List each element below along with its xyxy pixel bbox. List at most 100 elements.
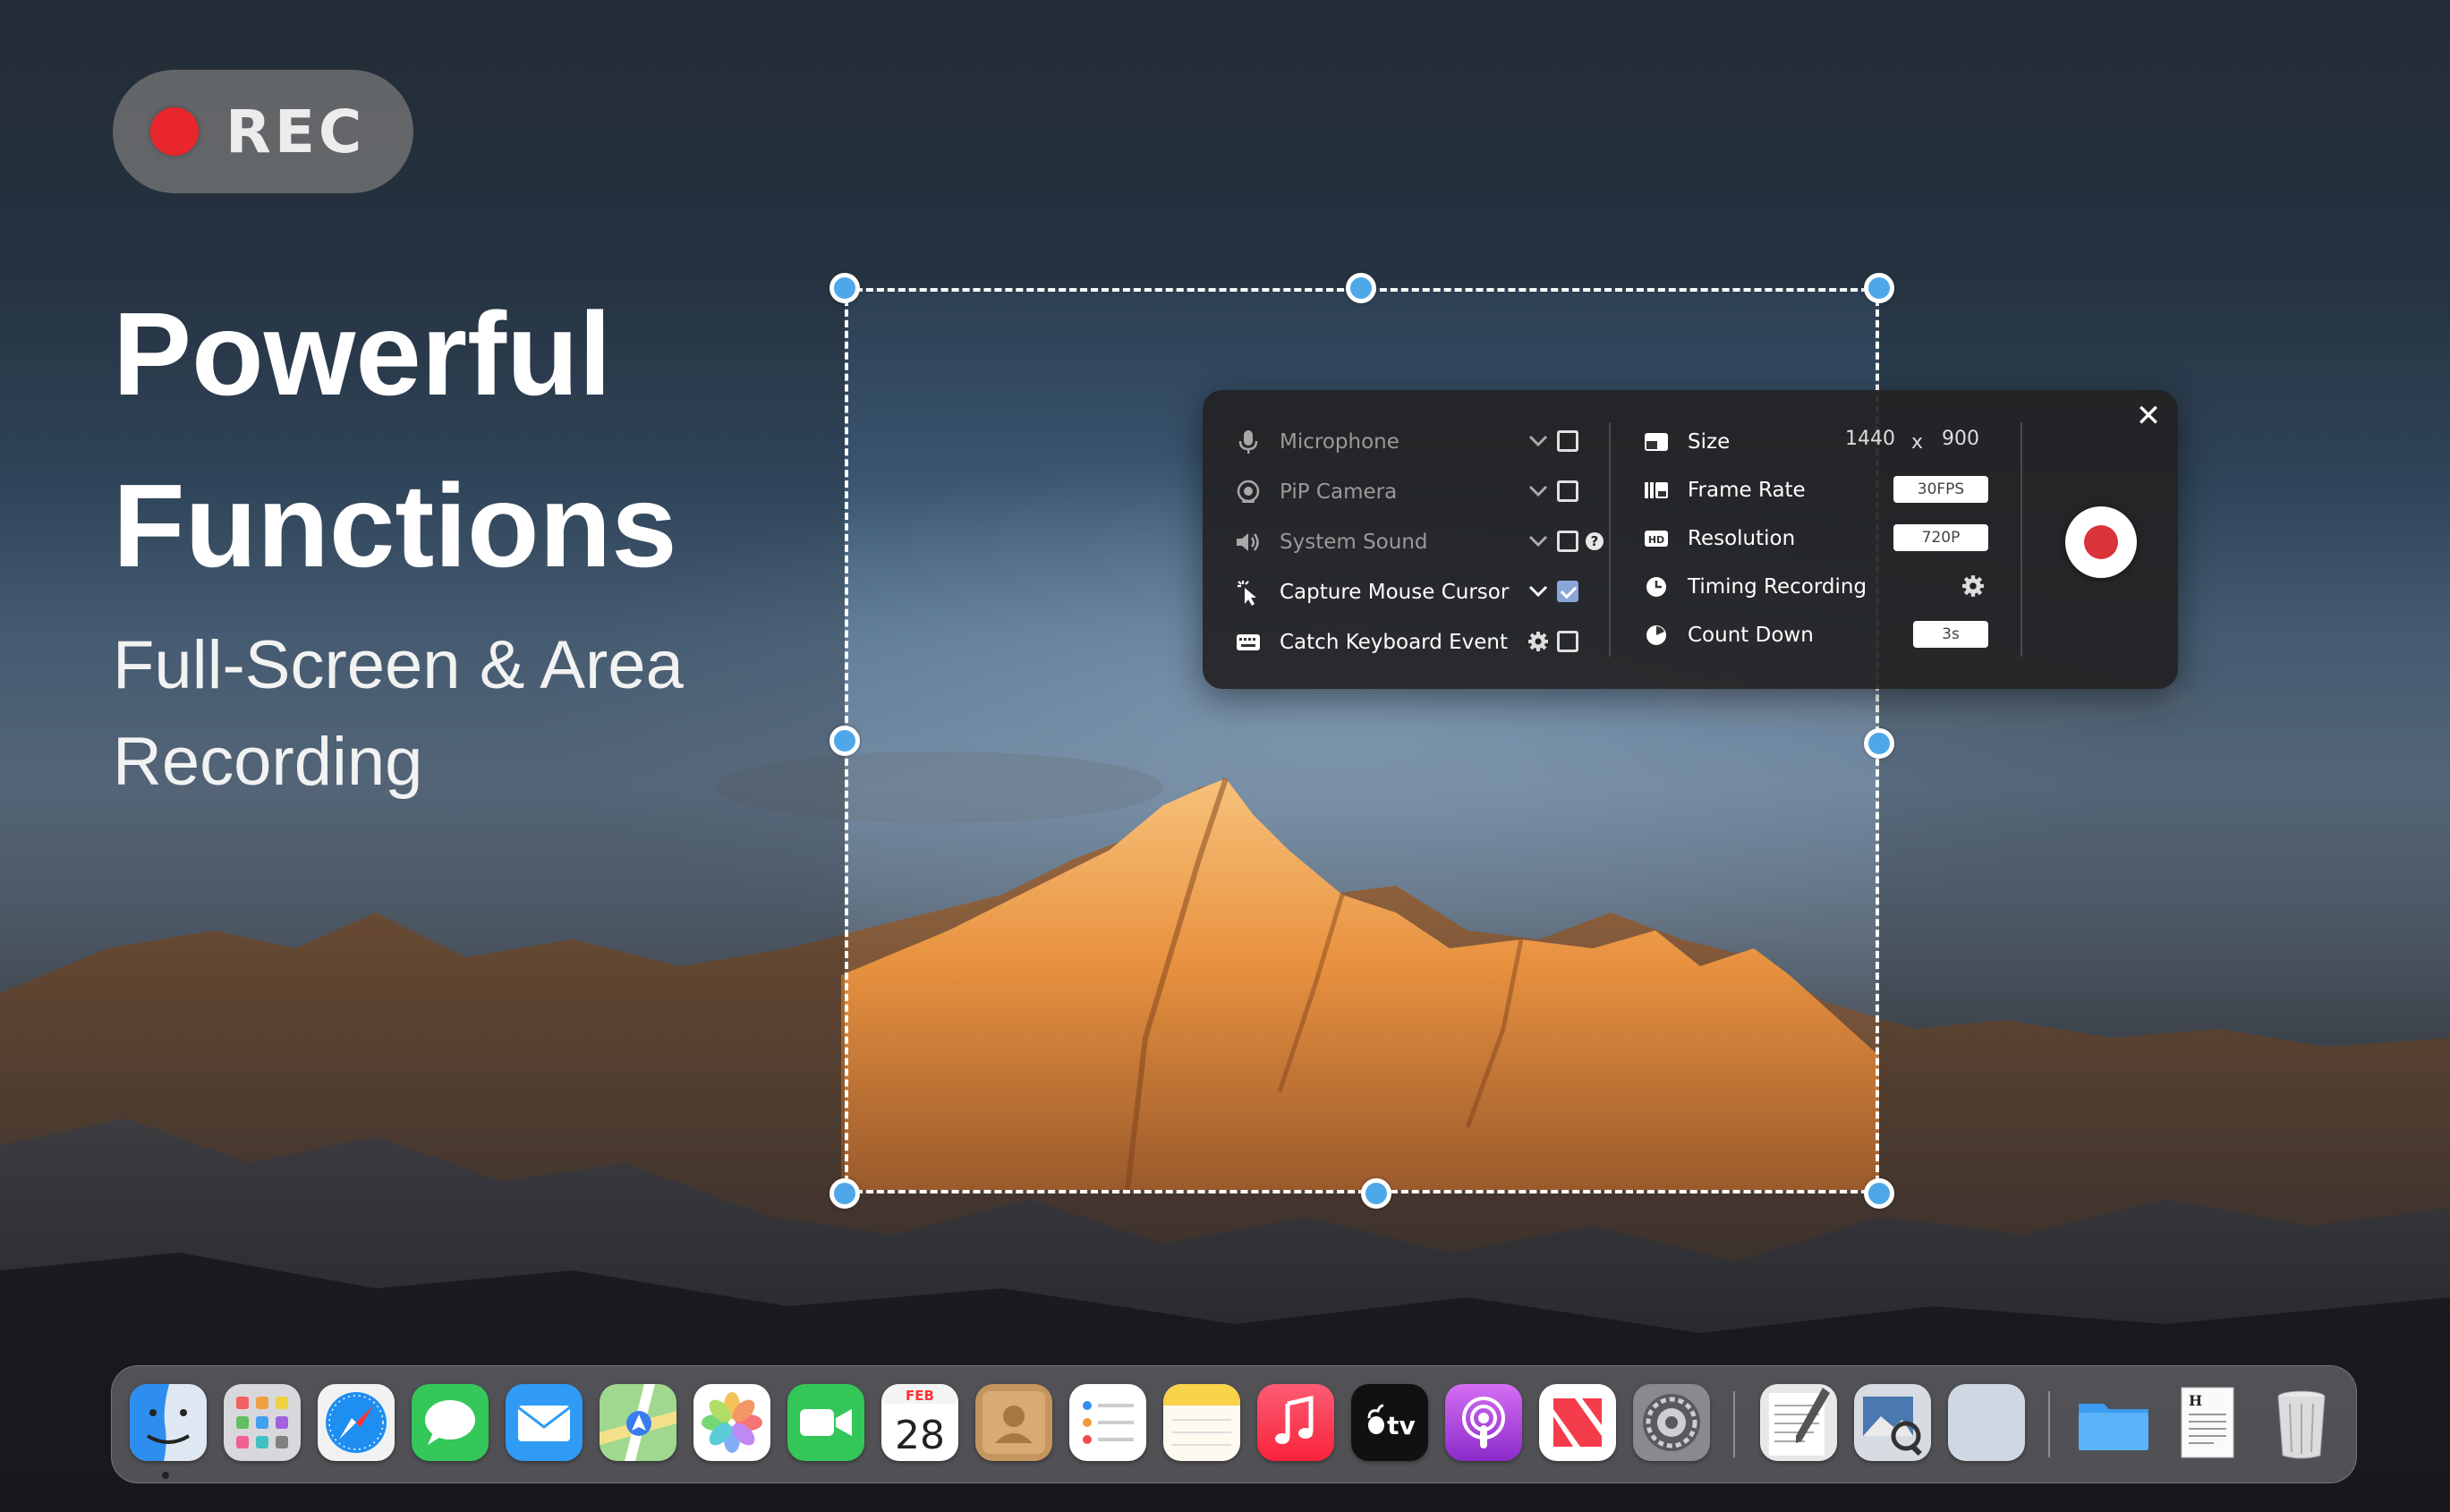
microphone-label: Microphone	[1280, 430, 1399, 454]
textedit-icon[interactable]	[1760, 1384, 1837, 1461]
maps-icon[interactable]	[600, 1384, 676, 1461]
option-system-sound[interactable]: System Sound	[1235, 524, 1428, 560]
cursor-click-icon	[1235, 579, 1262, 606]
frame-rate-label: Frame Rate	[1688, 479, 1806, 502]
blank-app-icon[interactable]	[1948, 1384, 2025, 1461]
system-preferences-icon[interactable]	[1633, 1384, 1710, 1461]
camera-icon	[1235, 479, 1262, 505]
size-width-value[interactable]: 1440	[1845, 428, 1895, 450]
headline: Powerful Functions	[113, 268, 793, 612]
resize-handle-top-left[interactable]	[829, 273, 860, 303]
record-dot-icon	[150, 107, 199, 156]
finder-icon[interactable]	[130, 1384, 207, 1461]
calendar-icon[interactable]: FEB 28	[881, 1384, 958, 1461]
music-icon[interactable]	[1257, 1384, 1334, 1461]
rec-badge: REC	[113, 70, 413, 193]
clock-icon	[1643, 573, 1670, 600]
close-icon[interactable]: ✕	[2133, 401, 2164, 431]
column-divider	[1609, 422, 1611, 657]
microphone-chevron-down-icon[interactable]	[1527, 429, 1550, 453]
messages-icon[interactable]	[412, 1384, 489, 1461]
size-window-icon	[1643, 429, 1670, 455]
news-icon[interactable]	[1539, 1384, 1616, 1461]
record-dot-icon	[2084, 525, 2118, 559]
calendar-month: FEB	[906, 1388, 934, 1404]
count-down-label: Count Down	[1688, 624, 1814, 647]
resize-handle-bottom[interactable]	[1361, 1178, 1391, 1209]
svg-text:HD: HD	[1648, 534, 1664, 546]
dock-divider	[1733, 1391, 1735, 1457]
pip-camera-checkbox[interactable]	[1557, 480, 1578, 502]
reminders-icon[interactable]	[1069, 1384, 1146, 1461]
timing-settings-gear-icon[interactable]	[1961, 574, 1985, 598]
dock-divider-2	[2048, 1391, 2050, 1457]
microphone-icon	[1235, 429, 1262, 455]
option-pip-camera[interactable]: PiP Camera	[1235, 474, 1397, 510]
resolution-select[interactable]: 720P	[1893, 524, 1988, 551]
system-sound-checkbox[interactable]	[1557, 531, 1578, 552]
subheadline-line-1: Full-Screen & Area	[113, 627, 684, 703]
timing-recording-label: Timing Recording	[1688, 575, 1867, 599]
mail-icon[interactable]	[506, 1384, 583, 1461]
resize-handle-right[interactable]	[1864, 728, 1894, 759]
svg-text:H: H	[2189, 1392, 2202, 1409]
countdown-icon	[1643, 622, 1670, 649]
photos-icon[interactable]	[693, 1384, 770, 1461]
option-capture-mouse-cursor[interactable]: Capture Mouse Cursor	[1235, 574, 1509, 610]
capture-mouse-cursor-label: Capture Mouse Cursor	[1280, 581, 1510, 604]
finder-running-indicator	[162, 1472, 169, 1479]
resolution-label: Resolution	[1688, 527, 1796, 550]
setting-size: Size	[1643, 424, 1730, 460]
pip-camera-label: PiP Camera	[1280, 480, 1398, 504]
calendar-day: 28	[895, 1413, 945, 1458]
capture-mouse-cursor-chevron-down-icon[interactable]	[1527, 580, 1550, 603]
resize-handle-left[interactable]	[829, 726, 860, 756]
trash-icon[interactable]	[2263, 1384, 2340, 1461]
podcasts-icon[interactable]	[1445, 1384, 1522, 1461]
hd-icon: HD	[1643, 525, 1670, 552]
size-separator: x	[1911, 431, 1924, 454]
resize-handle-bottom-right[interactable]	[1864, 1178, 1894, 1209]
subheadline-line-2: Recording	[113, 724, 423, 800]
setting-resolution: HD Resolution	[1643, 521, 1795, 556]
count-down-select[interactable]: 3s	[1913, 621, 1988, 648]
resize-handle-bottom-left[interactable]	[829, 1178, 860, 1209]
catch-keyboard-event-checkbox[interactable]	[1557, 631, 1578, 652]
document-icon[interactable]: H	[2169, 1384, 2246, 1461]
option-microphone[interactable]: Microphone	[1235, 424, 1399, 460]
microphone-checkbox[interactable]	[1557, 430, 1578, 452]
frame-rate-icon	[1643, 477, 1670, 504]
notes-icon[interactable]	[1163, 1384, 1240, 1461]
pip-camera-chevron-down-icon[interactable]	[1527, 480, 1550, 503]
size-height-value[interactable]: 900	[1942, 428, 1979, 450]
record-divider	[2020, 422, 2022, 657]
keyboard-settings-gear-icon[interactable]	[1527, 630, 1550, 653]
resize-handle-top[interactable]	[1346, 273, 1376, 303]
rec-label: REC	[225, 97, 366, 166]
system-sound-help-icon[interactable]: ?	[1586, 532, 1604, 550]
launchpad-icon[interactable]	[224, 1384, 301, 1461]
dock: FEB 28 tv H	[111, 1365, 2357, 1483]
speaker-icon	[1235, 529, 1262, 556]
contacts-icon[interactable]	[975, 1384, 1052, 1461]
setting-timing-recording: Timing Recording	[1643, 569, 1867, 605]
setting-count-down: Count Down	[1643, 617, 1814, 653]
system-sound-chevron-down-icon[interactable]	[1527, 530, 1550, 553]
recording-settings-panel: ✕ Microphone PiP Camera System Sound Cap…	[1203, 390, 2178, 689]
safari-icon[interactable]	[318, 1384, 395, 1461]
frame-rate-select[interactable]: 30FPS	[1893, 476, 1988, 503]
folder-icon[interactable]	[2075, 1384, 2152, 1461]
size-label: Size	[1688, 430, 1731, 454]
resize-handle-top-right[interactable]	[1864, 273, 1894, 303]
system-sound-label: System Sound	[1280, 531, 1428, 554]
keyboard-icon	[1235, 629, 1262, 656]
capture-mouse-cursor-checkbox[interactable]	[1557, 581, 1578, 602]
facetime-icon[interactable]	[787, 1384, 864, 1461]
tv-label: tv	[1387, 1411, 1416, 1440]
start-recording-button[interactable]	[2065, 506, 2137, 578]
option-catch-keyboard-event[interactable]: Catch Keyboard Event	[1235, 624, 1508, 660]
catch-keyboard-event-label: Catch Keyboard Event	[1280, 631, 1509, 654]
tv-icon[interactable]: tv	[1351, 1384, 1428, 1461]
setting-frame-rate: Frame Rate	[1643, 472, 1806, 508]
preview-icon[interactable]	[1854, 1384, 1931, 1461]
